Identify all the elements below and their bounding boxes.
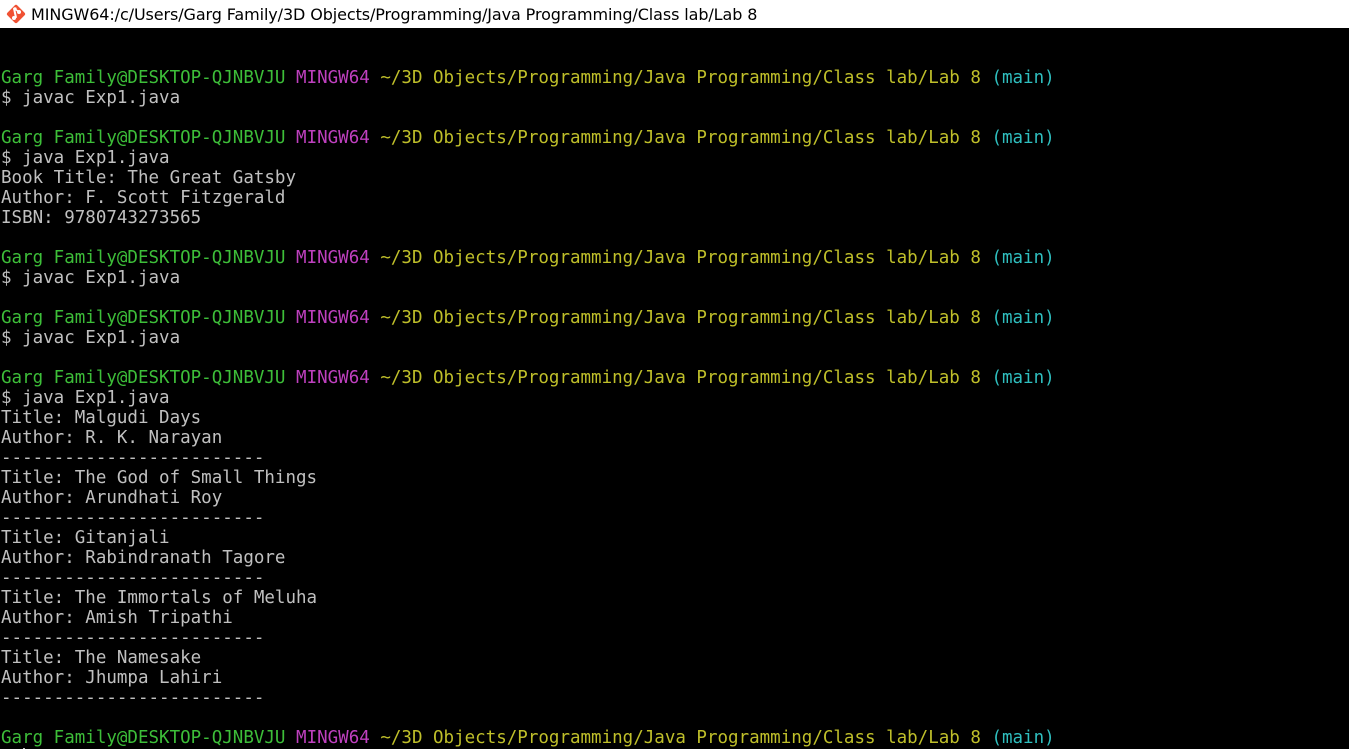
prompt-path: ~/3D Objects/Programming/Java Programmin… <box>380 308 981 328</box>
output-line: Author: F. Scott Fitzgerald <box>1 188 286 208</box>
prompt-line: Garg Family@DESKTOP-QJNBVJU MINGW64 ~/3D… <box>1 368 1349 388</box>
command-line: $ javac Exp1.java <box>1 268 181 288</box>
command-line: $ javac Exp1.java <box>1 328 181 348</box>
output-line: Title: The Immortals of Meluha <box>1 588 318 608</box>
output-line: Title: The Namesake <box>1 648 202 668</box>
prompt-path: ~/3D Objects/Programming/Java Programmin… <box>380 368 981 388</box>
prompt-branch: (main) <box>991 308 1055 328</box>
output-line: ------------------------- <box>1 688 265 708</box>
terminal-output[interactable]: Garg Family@DESKTOP-QJNBVJU MINGW64 ~/3D… <box>0 28 1349 749</box>
prompt-line: Garg Family@DESKTOP-QJNBVJU MINGW64 ~/3D… <box>1 308 1349 328</box>
window-title: MINGW64:/c/Users/Garg Family/3D Objects/… <box>31 4 758 24</box>
prompt-user-host: Garg Family@DESKTOP-QJNBVJU <box>1 128 286 148</box>
prompt-line: Garg Family@DESKTOP-QJNBVJU MINGW64 ~/3D… <box>1 128 1349 148</box>
output-line: Title: Malgudi Days <box>1 408 202 428</box>
output-line: ------------------------- <box>1 568 265 588</box>
output-line: Book Title: The Great Gatsby <box>1 168 297 188</box>
prompt-branch: (main) <box>991 248 1055 268</box>
command-line: $ java Exp1.java <box>1 148 170 168</box>
output-line: ISBN: 9780743273565 <box>1 208 202 228</box>
git-bash-icon <box>5 3 27 25</box>
prompt-user-host: Garg Family@DESKTOP-QJNBVJU <box>1 368 286 388</box>
output-line: Author: Jhumpa Lahiri <box>1 668 223 688</box>
prompt-line: Garg Family@DESKTOP-QJNBVJU MINGW64 ~/3D… <box>1 248 1349 268</box>
output-line: Author: R. K. Narayan <box>1 428 223 448</box>
prompt-branch: (main) <box>991 68 1055 88</box>
prompt-shell: MINGW64 <box>296 248 370 268</box>
output-line: Author: Amish Tripathi <box>1 608 233 628</box>
command-line: $ javac Exp1.java <box>1 88 181 108</box>
output-line: Title: Gitanjali <box>1 528 170 548</box>
prompt-shell: MINGW64 <box>296 68 370 88</box>
prompt-user-host: Garg Family@DESKTOP-QJNBVJU <box>1 68 286 88</box>
prompt-path: ~/3D Objects/Programming/Java Programmin… <box>380 68 981 88</box>
prompt-line: Garg Family@DESKTOP-QJNBVJU MINGW64 ~/3D… <box>1 68 1349 88</box>
prompt-branch: (main) <box>991 368 1055 388</box>
output-line: Author: Arundhati Roy <box>1 488 223 508</box>
prompt-branch: (main) <box>991 728 1055 748</box>
prompt-user-host: Garg Family@DESKTOP-QJNBVJU <box>1 728 286 748</box>
output-line: Author: Rabindranath Tagore <box>1 548 286 568</box>
prompt-shell: MINGW64 <box>296 308 370 328</box>
command-line: $ java Exp1.java <box>1 388 170 408</box>
output-line: ------------------------- <box>1 628 265 648</box>
prompt-shell: MINGW64 <box>296 728 370 748</box>
prompt-path: ~/3D Objects/Programming/Java Programmin… <box>380 248 981 268</box>
prompt-path: ~/3D Objects/Programming/Java Programmin… <box>380 728 981 748</box>
output-line: ------------------------- <box>1 508 265 528</box>
terminal-window: MINGW64:/c/Users/Garg Family/3D Objects/… <box>0 0 1349 749</box>
title-bar[interactable]: MINGW64:/c/Users/Garg Family/3D Objects/… <box>0 0 1349 28</box>
prompt-path: ~/3D Objects/Programming/Java Programmin… <box>380 128 981 148</box>
prompt-line: Garg Family@DESKTOP-QJNBVJU MINGW64 ~/3D… <box>1 728 1349 748</box>
prompt-user-host: Garg Family@DESKTOP-QJNBVJU <box>1 308 286 328</box>
output-line: Title: The God of Small Things <box>1 468 318 488</box>
prompt-shell: MINGW64 <box>296 128 370 148</box>
output-line: ------------------------- <box>1 448 265 468</box>
prompt-user-host: Garg Family@DESKTOP-QJNBVJU <box>1 248 286 268</box>
prompt-branch: (main) <box>991 128 1055 148</box>
prompt-shell: MINGW64 <box>296 368 370 388</box>
